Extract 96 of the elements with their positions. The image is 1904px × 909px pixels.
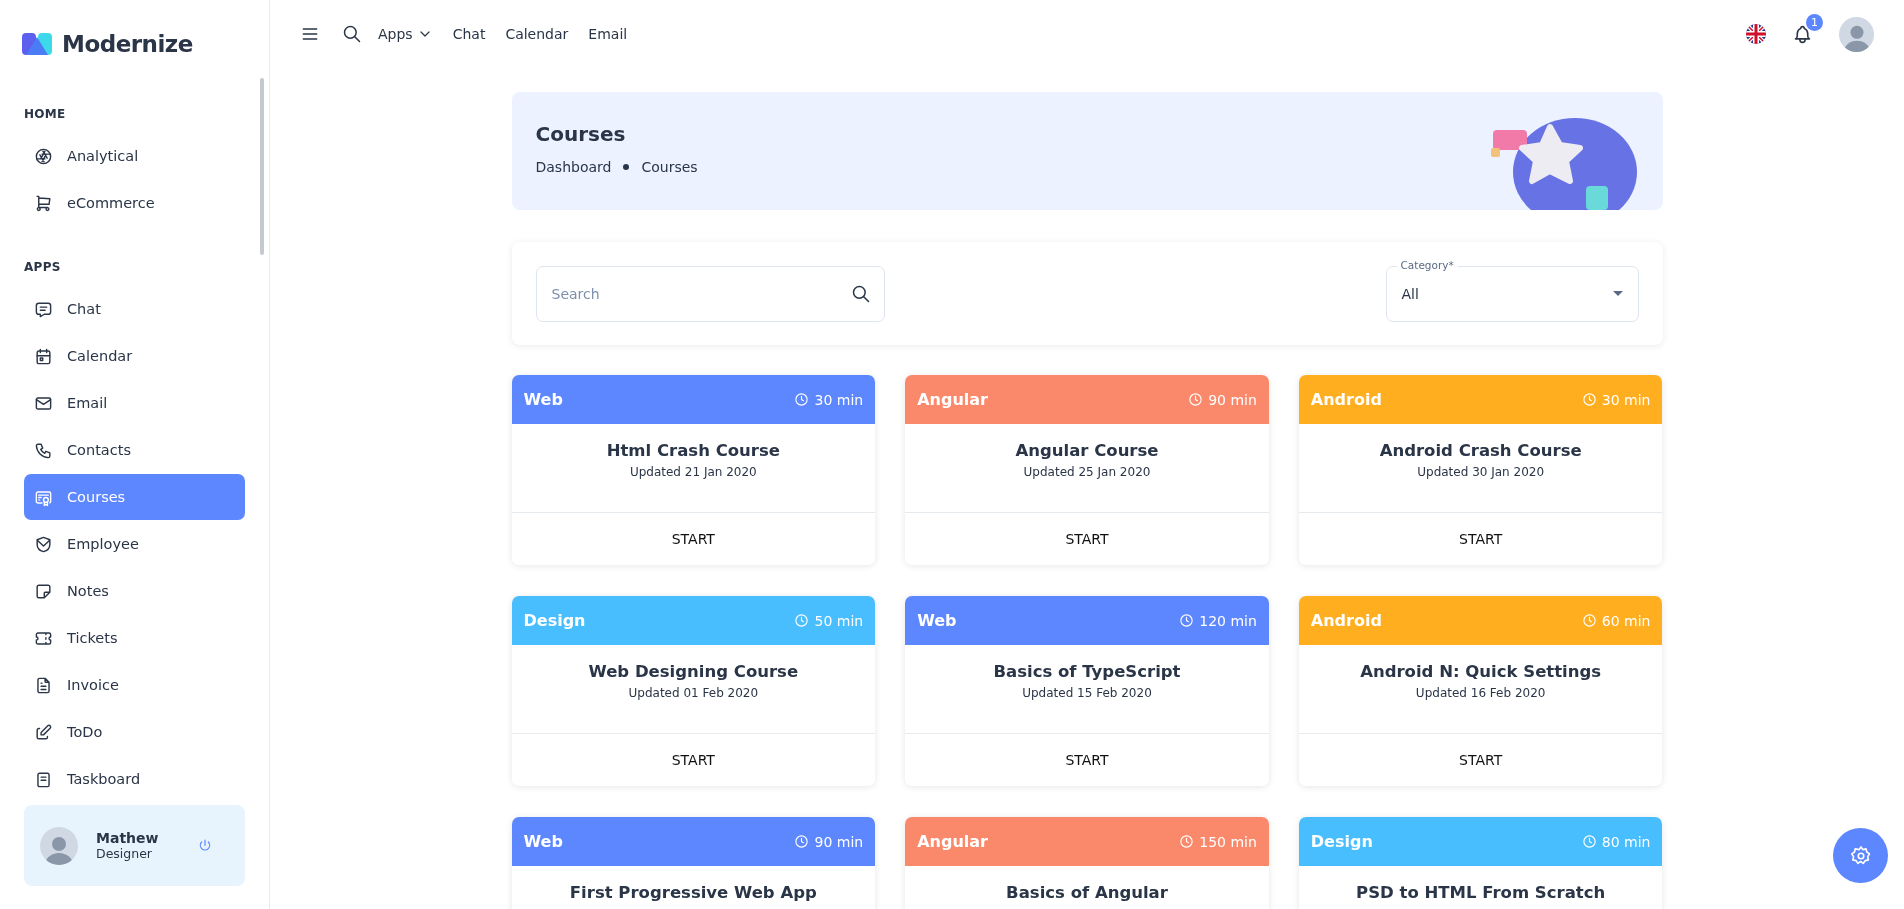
course-title: Basics of TypeScript: [993, 662, 1181, 681]
search-icon[interactable]: [342, 24, 362, 44]
sidebar-item[interactable]: Invoice: [24, 662, 245, 708]
start-button[interactable]: START: [905, 513, 1269, 564]
search-field[interactable]: Search: [535, 265, 885, 322]
sidebar-item[interactable]: Email: [24, 380, 245, 426]
sidebar-item[interactable]: Calendar: [24, 333, 245, 379]
breadcrumb-separator: [623, 164, 630, 170]
duration: 150 min: [1199, 833, 1257, 850]
clock-icon: [794, 613, 810, 628]
category-label: Angular: [917, 390, 988, 409]
clock-icon: [1179, 834, 1195, 849]
updated-date: Updated 01 Feb 2020: [628, 686, 759, 700]
updated-date: Updated 16 Feb 2020: [1415, 686, 1546, 700]
start-button[interactable]: START: [905, 734, 1269, 785]
clock-icon: [1179, 613, 1195, 628]
section-title: HOME: [24, 107, 67, 121]
course-title: Html Crash Course: [606, 441, 780, 460]
logo-icon: [22, 31, 52, 57]
sidebar-item[interactable]: Notes: [24, 568, 245, 614]
scrollbar[interactable]: [260, 78, 264, 255]
pencil-icon: [34, 722, 53, 742]
course-title: First Progressive Web App: [569, 883, 817, 902]
sidebar-item[interactable]: ToDo: [24, 709, 245, 755]
calendar-icon: [34, 346, 53, 366]
clock-icon: [1581, 392, 1597, 407]
category-label: Android: [1310, 611, 1382, 630]
clock-icon: [1188, 392, 1204, 407]
category-label: Web: [523, 832, 563, 851]
settings-button[interactable]: [1833, 828, 1888, 883]
sidebar-item[interactable]: Taskboard: [24, 756, 245, 797]
user-role: Designer: [96, 846, 153, 861]
settings-icon: [1849, 844, 1872, 867]
nav-link[interactable]: Chat: [452, 26, 486, 42]
updated-date: Updated 15 Feb 2020: [1022, 686, 1152, 700]
course-title: Angular Course: [1015, 441, 1159, 460]
flag-icon[interactable]: [1746, 24, 1766, 44]
category-label: Web: [917, 611, 957, 630]
sidebar-item[interactable]: Analytical: [24, 133, 245, 179]
sidebar-item[interactable]: Employee: [24, 521, 245, 567]
clipboard-icon: [34, 769, 53, 789]
aperture-icon: [34, 146, 53, 166]
course-title: Web Designing Course: [588, 662, 799, 681]
clock-icon: [794, 834, 810, 849]
user-name: Mathew: [96, 830, 159, 846]
category-label: Design: [1310, 832, 1373, 851]
duration: 80 min: [1601, 833, 1651, 850]
updated-date: Updated 25 Jan 2020: [1023, 465, 1151, 479]
nav-link[interactable]: Calendar: [505, 26, 569, 42]
sidebar-item[interactable]: Chat: [24, 286, 245, 332]
course-title: Android Crash Course: [1379, 441, 1582, 460]
sidebar-item[interactable]: eCommerce: [24, 180, 245, 226]
clock-icon: [1581, 613, 1597, 628]
course-title: Basics of Angular: [1006, 883, 1168, 902]
cart-icon: [34, 193, 53, 213]
category-label: Web: [523, 390, 563, 409]
nav-link[interactable]: Email: [588, 26, 628, 42]
sidebar-item[interactable]: Contacts: [24, 427, 245, 473]
duration: 90 min: [1208, 391, 1257, 408]
start-button[interactable]: START: [511, 513, 876, 564]
duration: 90 min: [814, 833, 864, 850]
search-icon[interactable]: [850, 283, 871, 304]
duration: 30 min: [1601, 391, 1651, 408]
shield-icon: [34, 534, 53, 554]
start-button[interactable]: START: [511, 734, 876, 785]
message-icon: [34, 299, 53, 319]
nav-link[interactable]: Apps: [378, 26, 433, 42]
course-title: PSD to HTML From Scratch: [1356, 883, 1606, 902]
breadcrumb-item: Courses: [641, 159, 698, 175]
category-label: Angular: [917, 832, 988, 851]
caret-icon: [1612, 290, 1623, 297]
updated-date: Updated 30 Jan 2020: [1417, 465, 1545, 479]
brand-name: Modernize: [62, 31, 193, 57]
section-title: APPS: [24, 260, 62, 274]
duration: 60 min: [1601, 612, 1651, 629]
clock-icon: [1581, 834, 1597, 849]
updated-date: Updated 21 Jan 2020: [629, 465, 757, 479]
duration: 30 min: [814, 391, 864, 408]
file-icon: [34, 675, 53, 695]
category-label: Android: [1310, 390, 1382, 409]
clock-icon: [794, 392, 810, 407]
phone-icon: [34, 440, 53, 460]
sidebar-item[interactable]: Tickets: [24, 615, 245, 661]
start-button[interactable]: START: [1298, 513, 1663, 564]
breadcrumb-item[interactable]: Dashboard: [535, 159, 612, 175]
duration: 120 min: [1199, 612, 1257, 629]
bell-icon[interactable]: [1792, 23, 1813, 45]
start-button[interactable]: START: [1298, 734, 1663, 785]
duration: 50 min: [814, 612, 864, 629]
page-title: Courses: [535, 122, 627, 146]
avatar[interactable]: [1839, 16, 1874, 52]
note-icon: [34, 581, 53, 601]
category-label: Design: [523, 611, 586, 630]
notification-badge: 1: [1806, 13, 1823, 31]
avatar: [40, 826, 78, 865]
course-title: Android N: Quick Settings: [1360, 662, 1602, 681]
